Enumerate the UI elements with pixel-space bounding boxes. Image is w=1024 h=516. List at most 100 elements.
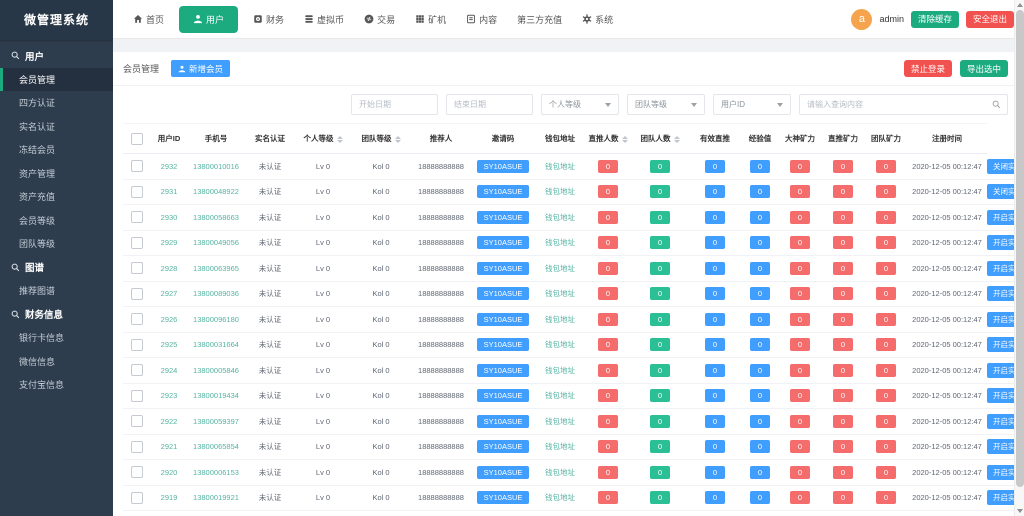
exp-badge[interactable]: 0 <box>750 466 770 479</box>
topnav-item[interactable]: 系统 <box>572 0 623 38</box>
phone-cell[interactable]: 13800048922 <box>187 179 245 205</box>
phone-cell[interactable]: 13800019921 <box>187 485 245 511</box>
column-header[interactable]: 手机号 <box>187 124 245 154</box>
valid-direct-badge[interactable]: 0 <box>705 389 725 402</box>
valid-direct-badge[interactable]: 0 <box>705 491 725 504</box>
direct-count-badge[interactable]: 0 <box>598 211 618 224</box>
god-power-badge[interactable]: 0 <box>790 262 810 275</box>
direct-count-badge[interactable]: 0 <box>598 440 618 453</box>
team-count-badge[interactable]: 0 <box>650 415 670 428</box>
topnav-item[interactable]: 矿机 <box>405 0 456 38</box>
sort-icon[interactable] <box>622 136 628 143</box>
team-power-badge[interactable]: 0 <box>876 185 896 198</box>
team-power-badge[interactable]: 0 <box>876 491 896 504</box>
invite-code-badge[interactable]: SY10ASUE <box>477 262 529 275</box>
exp-badge[interactable]: 0 <box>750 491 770 504</box>
team-count-badge[interactable]: 0 <box>650 364 670 377</box>
sidebar-item[interactable]: 微信信息 <box>0 350 113 374</box>
team-power-badge[interactable]: 0 <box>876 160 896 173</box>
valid-direct-badge[interactable]: 0 <box>705 364 725 377</box>
scroll-up-arrow[interactable] <box>1017 3 1023 7</box>
phone-cell[interactable]: 13800089036 <box>187 281 245 307</box>
phone-cell[interactable]: 13800031664 <box>187 332 245 358</box>
select-all-checkbox[interactable] <box>131 133 143 145</box>
direct-count-badge[interactable]: 0 <box>598 389 618 402</box>
column-header[interactable]: 团队矿力 <box>865 124 907 154</box>
valid-direct-badge[interactable]: 0 <box>705 338 725 351</box>
invite-code-badge[interactable]: SY10ASUE <box>477 287 529 300</box>
direct-power-badge[interactable]: 0 <box>833 389 853 402</box>
god-power-badge[interactable]: 0 <box>790 160 810 173</box>
team-power-badge[interactable]: 0 <box>876 338 896 351</box>
phone-cell[interactable]: 13800065854 <box>187 434 245 460</box>
exp-badge[interactable]: 0 <box>750 440 770 453</box>
column-header[interactable]: 推荐人 <box>411 124 471 154</box>
wallet-address-link[interactable]: 钱包地址 <box>545 493 575 502</box>
team-power-badge[interactable]: 0 <box>876 287 896 300</box>
column-header[interactable]: 邀请码 <box>471 124 535 154</box>
direct-power-badge[interactable]: 0 <box>833 491 853 504</box>
team-count-badge[interactable]: 0 <box>650 287 670 300</box>
column-header[interactable]: 有效直推 <box>689 124 741 154</box>
row-checkbox[interactable] <box>131 441 143 453</box>
direct-count-badge[interactable]: 0 <box>598 364 618 377</box>
invite-code-badge[interactable]: SY10ASUE <box>477 491 529 504</box>
user-id-cell[interactable]: 2918 <box>151 511 187 516</box>
sidebar-item[interactable]: 冻结会员 <box>0 138 113 162</box>
team-count-badge[interactable]: 0 <box>650 466 670 479</box>
invite-code-badge[interactable]: SY10ASUE <box>477 466 529 479</box>
valid-direct-badge[interactable]: 0 <box>705 236 725 249</box>
phone-cell[interactable]: 13800006153 <box>187 460 245 486</box>
god-power-badge[interactable]: 0 <box>790 389 810 402</box>
row-checkbox[interactable] <box>131 390 143 402</box>
row-checkbox[interactable] <box>131 313 143 325</box>
team-count-badge[interactable]: 0 <box>650 440 670 453</box>
invite-code-badge[interactable]: SY10ASUE <box>477 364 529 377</box>
direct-power-badge[interactable]: 0 <box>833 440 853 453</box>
invite-code-badge[interactable]: SY10ASUE <box>477 236 529 249</box>
user-id-cell[interactable]: 2923 <box>151 383 187 409</box>
wallet-address-link[interactable]: 钱包地址 <box>545 468 575 477</box>
invite-code-badge[interactable]: SY10ASUE <box>477 160 529 173</box>
user-id-cell[interactable]: 2924 <box>151 358 187 384</box>
phone-cell[interactable]: 13800059397 <box>187 409 245 435</box>
direct-power-badge[interactable]: 0 <box>833 236 853 249</box>
team-count-badge[interactable]: 0 <box>650 389 670 402</box>
direct-power-badge[interactable]: 0 <box>833 262 853 275</box>
exp-badge[interactable]: 0 <box>750 338 770 351</box>
wallet-address-link[interactable]: 钱包地址 <box>545 238 575 247</box>
exp-badge[interactable]: 0 <box>750 160 770 173</box>
user-id-cell[interactable]: 2930 <box>151 205 187 231</box>
user-id-cell[interactable]: 2921 <box>151 434 187 460</box>
topnav-item[interactable]: 虚拟币 <box>294 0 354 38</box>
exp-badge[interactable]: 0 <box>750 211 770 224</box>
direct-count-badge[interactable]: 0 <box>598 287 618 300</box>
row-checkbox[interactable] <box>131 339 143 351</box>
team-count-badge[interactable]: 0 <box>650 160 670 173</box>
column-header[interactable]: 实名认证 <box>245 124 295 154</box>
phone-cell[interactable]: 13800058663 <box>187 205 245 231</box>
wallet-address-link[interactable]: 钱包地址 <box>545 391 575 400</box>
filter-select[interactable]: 用户ID <box>713 94 791 115</box>
valid-direct-badge[interactable]: 0 <box>705 262 725 275</box>
wallet-address-link[interactable]: 钱包地址 <box>545 417 575 426</box>
column-header[interactable]: 直推矿力 <box>821 124 865 154</box>
direct-count-badge[interactable]: 0 <box>598 262 618 275</box>
topnav-item[interactable]: 第三方充值 <box>507 0 572 38</box>
column-header[interactable]: 经验值 <box>741 124 779 154</box>
direct-power-badge[interactable]: 0 <box>833 338 853 351</box>
end-date-input[interactable] <box>446 94 533 115</box>
topnav-item[interactable]: 首页 <box>123 0 174 38</box>
valid-direct-badge[interactable]: 0 <box>705 185 725 198</box>
row-checkbox[interactable] <box>131 288 143 300</box>
column-header[interactable]: 注册时间 <box>907 124 987 154</box>
topnav-item[interactable]: 财务 <box>243 0 294 38</box>
invite-code-badge[interactable]: SY10ASUE <box>477 313 529 326</box>
valid-direct-badge[interactable]: 0 <box>705 466 725 479</box>
god-power-badge[interactable]: 0 <box>790 185 810 198</box>
phone-cell[interactable]: 13800096180 <box>187 307 245 333</box>
user-id-cell[interactable]: 2922 <box>151 409 187 435</box>
wallet-address-link[interactable]: 钱包地址 <box>545 366 575 375</box>
direct-count-badge[interactable]: 0 <box>598 466 618 479</box>
wallet-address-link[interactable]: 钱包地址 <box>545 442 575 451</box>
